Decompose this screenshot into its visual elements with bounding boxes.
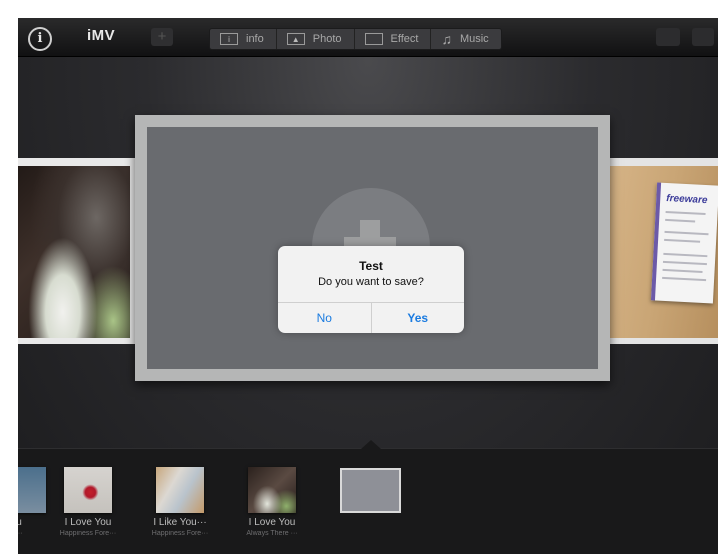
tab-effect[interactable]: Effect [355, 29, 432, 49]
tab-effect-label: Effect [390, 33, 419, 45]
dialog-message: Do you want to save? [318, 276, 424, 288]
timeline-label-2: I Like You··· [153, 517, 207, 528]
doc-line [664, 230, 709, 236]
share-button[interactable] [656, 28, 680, 46]
doc-line [665, 210, 706, 216]
effect-icon [364, 33, 383, 45]
timeline-thumb-1[interactable] [64, 467, 112, 513]
previous-slide-card[interactable] [18, 158, 136, 344]
yes-button[interactable]: Yes [370, 303, 465, 333]
timeline-sublabel-3: Always There ··· [246, 530, 298, 537]
doc-line [662, 276, 707, 282]
doc-line [663, 252, 708, 258]
timeline-current-slot[interactable] [340, 468, 401, 513]
save-dialog: Test Do you want to save? No Yes [278, 246, 464, 333]
app-window: i iMV + i info ▲ Photo Effect ♫ Music fr… [18, 18, 718, 554]
timeline-label-1: I Love You [64, 517, 112, 528]
dialog-title: Test [359, 259, 383, 273]
app-title: iMV [87, 27, 116, 44]
next-slide-card[interactable]: freeware [602, 158, 718, 344]
previous-slide-photo [18, 166, 130, 338]
document-photo: freeware [650, 182, 718, 304]
photo-icon: ▲ [286, 33, 305, 45]
top-toolbar: i iMV + i info ▲ Photo Effect ♫ Music [18, 18, 718, 57]
timeline-pointer [361, 440, 381, 449]
timeline-sublabel-2: Happiness Fore··· [151, 530, 209, 537]
timeline-thumb-0[interactable] [18, 467, 46, 513]
no-button[interactable]: No [278, 303, 371, 333]
timeline-sublabel-1: Happiness Fore··· [59, 530, 117, 537]
doc-line [664, 238, 701, 243]
add-button[interactable]: + [151, 28, 173, 46]
tab-info[interactable]: i info [210, 29, 277, 49]
tab-photo[interactable]: ▲ Photo [277, 29, 355, 49]
doc-line [665, 218, 696, 223]
mode-tabs: i info ▲ Photo Effect ♫ Music [209, 28, 502, 50]
timeline-thumb-2[interactable] [156, 467, 204, 513]
doc-line [662, 268, 703, 273]
tab-info-label: info [246, 33, 264, 45]
music-note-icon: ♫ [441, 31, 452, 47]
document-logo: freeware [666, 192, 708, 207]
info-icon: i [220, 33, 238, 45]
info-button[interactable]: i [28, 27, 52, 51]
doc-line [662, 260, 707, 266]
tab-photo-label: Photo [312, 33, 342, 45]
timeline-thumb-3[interactable] [248, 467, 296, 513]
tab-music-label: Music [459, 33, 489, 45]
trash-button[interactable] [692, 28, 714, 46]
timeline-label-3: I Love You [248, 517, 296, 528]
tab-music[interactable]: ♫ Music [431, 29, 500, 49]
dialog-buttons: No Yes [278, 302, 464, 333]
